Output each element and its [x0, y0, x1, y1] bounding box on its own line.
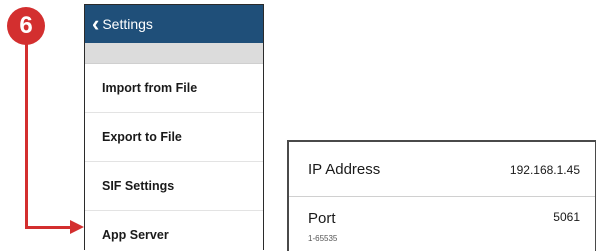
port-range-hint: 1-65535	[308, 234, 338, 243]
step-badge: 6	[7, 7, 45, 45]
back-button-label[interactable]: Settings	[102, 16, 153, 32]
ip-address-value[interactable]: 192.168.1.45	[510, 163, 580, 177]
settings-header: ‹ Settings	[85, 5, 263, 43]
app-server-detail-panel: IP Address 192.168.1.45 Port 1-65535 506…	[287, 140, 596, 251]
port-label: Port	[308, 210, 336, 227]
menu-item-import-from-file[interactable]: Import from File	[85, 64, 263, 113]
section-header-band	[85, 43, 263, 64]
menu-item-export-to-file[interactable]: Export to File	[85, 113, 263, 162]
port-row[interactable]: Port 1-65535 5061	[289, 196, 595, 251]
callout-line-horizontal	[25, 226, 71, 229]
ip-address-row[interactable]: IP Address 192.168.1.45	[289, 142, 595, 196]
port-value[interactable]: 5061	[553, 210, 580, 224]
menu-item-app-server[interactable]: App Server	[85, 211, 263, 250]
settings-panel: ‹ Settings Import from File Export to Fi…	[84, 4, 264, 250]
callout-arrow-head	[70, 220, 84, 234]
chevron-left-icon[interactable]: ‹	[92, 13, 99, 35]
ip-address-label: IP Address	[308, 161, 381, 178]
menu-item-sif-settings[interactable]: SIF Settings	[85, 162, 263, 211]
callout-line-vertical	[25, 44, 28, 229]
